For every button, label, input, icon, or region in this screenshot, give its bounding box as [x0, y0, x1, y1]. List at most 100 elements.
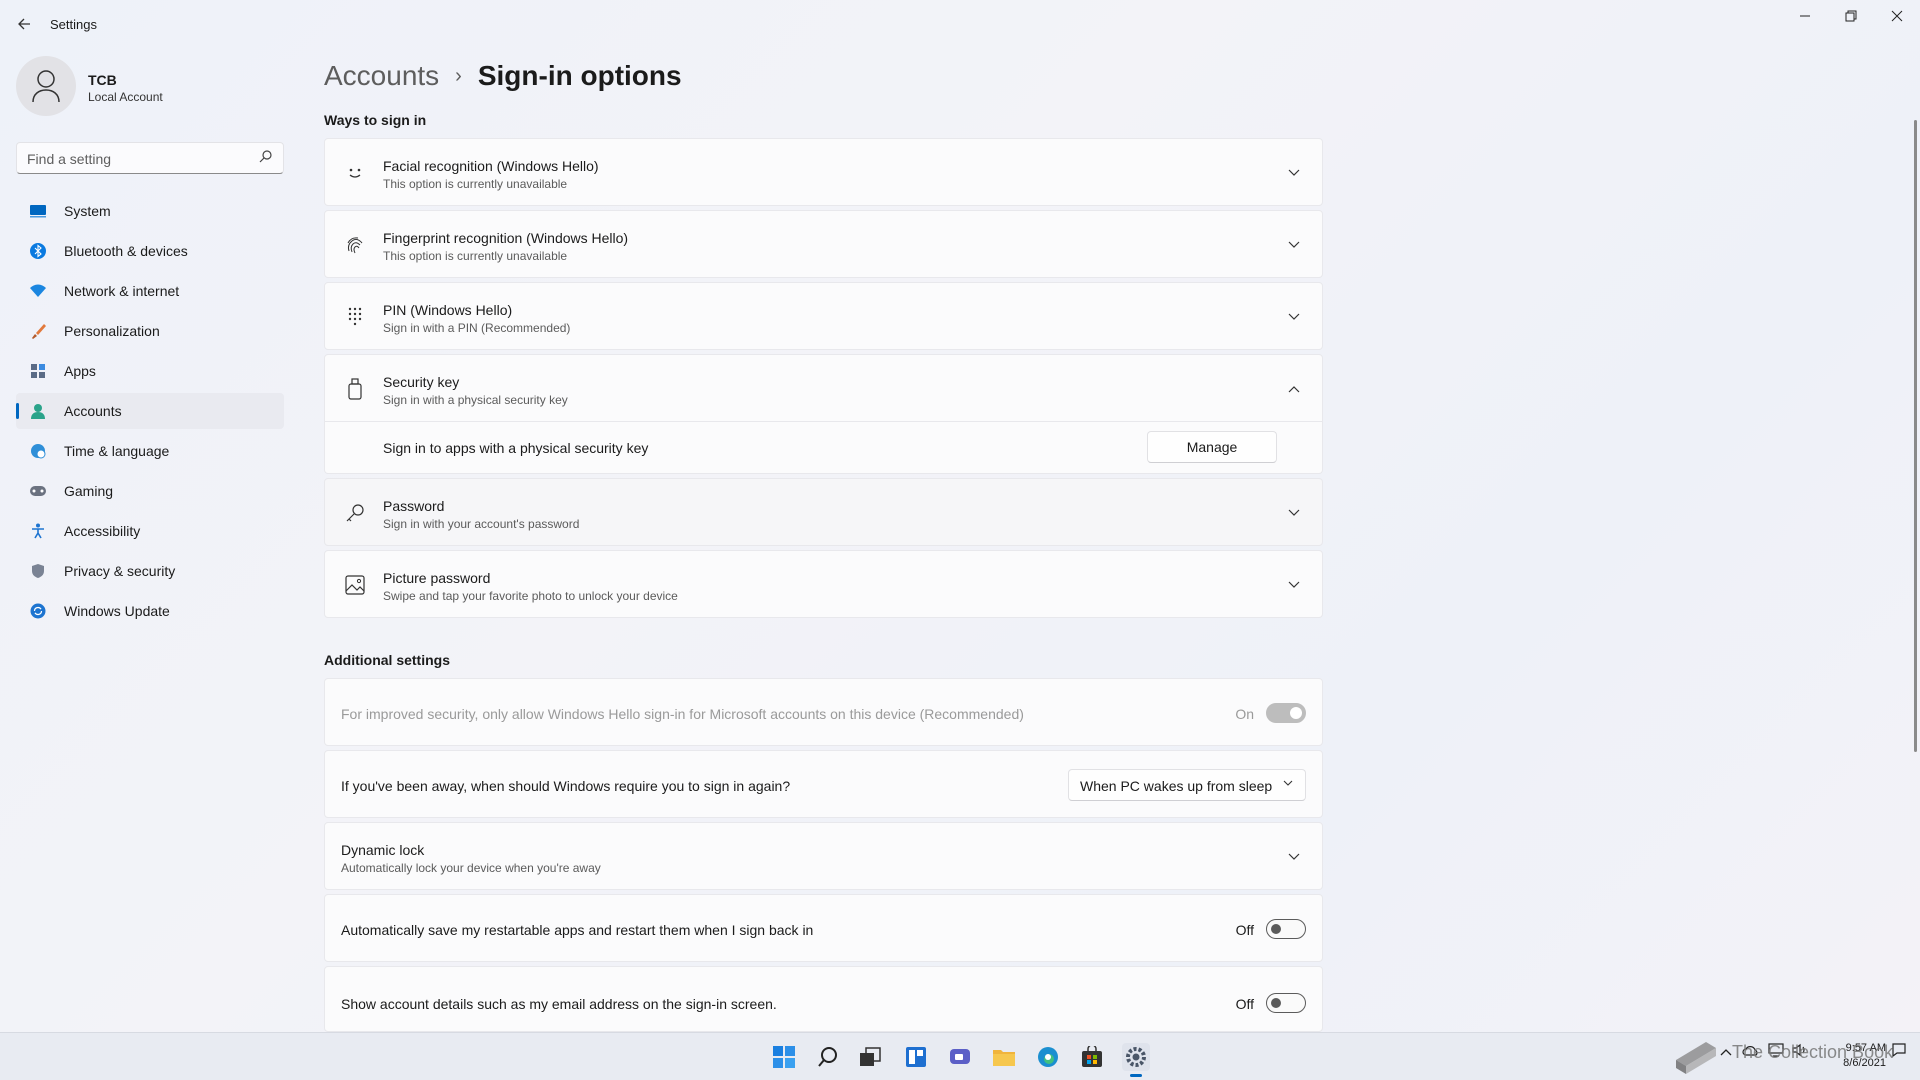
breadcrumb-separator: ›: [455, 64, 462, 87]
chat-icon: [950, 1049, 970, 1064]
settings-taskbar-button[interactable]: [1122, 1043, 1150, 1077]
card-title: Fingerprint recognition (Windows Hello): [383, 230, 629, 246]
minimize-button[interactable]: [1782, 0, 1828, 32]
sidebar-item-bluetooth[interactable]: Bluetooth & devices: [16, 233, 284, 269]
breadcrumb: Accounts › Sign-in options: [324, 56, 682, 96]
require-signin-row: If you've been away, when should Windows…: [324, 750, 1323, 818]
file-explorer-button[interactable]: [990, 1043, 1018, 1071]
pin-card[interactable]: PIN (Windows Hello) Sign in with a PIN (…: [324, 282, 1323, 350]
start-button[interactable]: [770, 1043, 798, 1071]
card-title: Dynamic lock: [341, 842, 425, 858]
chat-button[interactable]: [946, 1043, 974, 1071]
key-icon: [343, 501, 367, 525]
hello-only-text: For improved security, only allow Window…: [341, 706, 1024, 722]
toggle-knob: [1271, 998, 1281, 1008]
toggle-knob: [1271, 924, 1281, 934]
restart-apps-row: Automatically save my restartable apps a…: [324, 894, 1323, 962]
card-title: Picture password: [383, 570, 491, 586]
edge-icon: [1038, 1047, 1058, 1067]
card-subtitle: Automatically lock your device when you'…: [341, 861, 601, 875]
profile-account-type: Local Account: [88, 90, 163, 104]
taskbar: 9:57 AM 8/6/2021: [0, 1032, 1920, 1080]
brush-icon: [28, 321, 48, 341]
card-title: Facial recognition (Windows Hello): [383, 158, 599, 174]
card-subtitle: Sign in with a PIN (Recommended): [383, 321, 571, 335]
task-view-button[interactable]: [856, 1043, 884, 1071]
start-icon: [773, 1046, 795, 1068]
person-icon: [32, 70, 60, 103]
chevron-down-icon: [1284, 163, 1304, 183]
sidebar-item-time-language[interactable]: Time & language: [16, 433, 284, 469]
chevron-down-icon: [1284, 575, 1304, 595]
security-key-detail-row: Sign in to apps with a physical security…: [324, 422, 1323, 474]
picture-icon: [343, 573, 367, 597]
dynamic-lock-card[interactable]: Dynamic lock Automatically lock your dev…: [324, 822, 1323, 890]
minimize-icon: [1800, 15, 1810, 17]
facial-recognition-card[interactable]: Facial recognition (Windows Hello) This …: [324, 138, 1323, 206]
sidebar-item-gaming[interactable]: Gaming: [16, 473, 284, 509]
sidebar-item-label: Privacy & security: [64, 563, 176, 579]
picture-password-card[interactable]: Picture password Swipe and tap your favo…: [324, 550, 1323, 618]
sidebar-item-personalization[interactable]: Personalization: [16, 313, 284, 349]
globe-clock-icon: [28, 441, 48, 461]
ways-to-sign-in-heading: Ways to sign in: [324, 112, 427, 128]
search-input[interactable]: Find a setting: [16, 142, 284, 174]
chevron-down-icon: [1284, 503, 1304, 523]
face-icon: [343, 161, 367, 185]
card-subtitle: This option is currently unavailable: [383, 249, 568, 263]
sidebar-item-accessibility[interactable]: Accessibility: [16, 513, 284, 549]
search-placeholder: Find a setting: [27, 151, 112, 167]
store-icon: [1082, 1046, 1102, 1067]
back-arrow-icon: [18, 18, 30, 30]
widgets-button[interactable]: [902, 1043, 930, 1071]
chevron-down-icon: [1284, 307, 1304, 327]
sidebar-item-apps[interactable]: Apps: [16, 353, 284, 389]
account-details-row: Show account details such as my email ad…: [324, 966, 1323, 1032]
sidebar-item-privacy-security[interactable]: Privacy & security: [16, 553, 284, 589]
restore-button[interactable]: [1828, 0, 1874, 32]
file-explorer-icon: [993, 1050, 1015, 1066]
sidebar-item-system[interactable]: System: [16, 193, 284, 229]
search-icon[interactable]: [259, 149, 273, 163]
pin-keypad-icon: [343, 305, 367, 329]
sidebar-item-label: Bluetooth & devices: [64, 243, 188, 259]
security-key-card[interactable]: Security key Sign in with a physical sec…: [324, 354, 1323, 422]
sidebar-item-network[interactable]: Network & internet: [16, 273, 284, 309]
hello-only-toggle: [1266, 703, 1306, 723]
card-subtitle: Sign in with your account's password: [383, 517, 580, 531]
hello-only-state: On: [1235, 706, 1254, 722]
page-title: Sign-in options: [477, 60, 682, 91]
sidebar-item-label: Windows Update: [64, 603, 170, 619]
breadcrumb-parent[interactable]: Accounts: [324, 60, 439, 92]
system-icon: [28, 201, 48, 221]
password-card[interactable]: Password Sign in with your account's pas…: [324, 478, 1323, 546]
back-button[interactable]: [12, 10, 36, 38]
card-subtitle: This option is currently unavailable: [383, 177, 568, 191]
usb-key-icon: [343, 377, 367, 401]
require-signin-text: If you've been away, when should Windows…: [341, 778, 791, 794]
card-subtitle: Sign in with a physical security key: [383, 393, 568, 407]
manage-button[interactable]: Manage: [1147, 431, 1277, 463]
card-title: Password: [383, 498, 445, 514]
sidebar-item-label: Accounts: [64, 403, 122, 419]
app-title: Settings: [50, 17, 97, 32]
require-signin-dropdown[interactable]: When PC wakes up from sleep: [1068, 769, 1306, 801]
vertical-scrollbar[interactable]: [1914, 120, 1917, 752]
restart-apps-text: Automatically save my restartable apps a…: [341, 922, 814, 938]
store-button[interactable]: [1078, 1043, 1106, 1071]
restart-apps-toggle[interactable]: [1266, 919, 1306, 939]
chevron-down-icon: [1283, 779, 1293, 790]
sidebar-item-label: System: [64, 203, 111, 219]
sidebar-item-accounts[interactable]: Accounts: [16, 393, 284, 429]
accounts-icon: [28, 401, 48, 421]
taskbar-search-button[interactable]: [814, 1043, 842, 1071]
update-icon: [28, 601, 48, 621]
account-details-toggle[interactable]: [1266, 993, 1306, 1013]
wifi-icon: [28, 281, 48, 301]
sidebar-item-windows-update[interactable]: Windows Update: [16, 593, 284, 629]
chevron-down-icon: [1284, 847, 1304, 867]
close-button[interactable]: [1874, 0, 1920, 32]
fingerprint-recognition-card[interactable]: Fingerprint recognition (Windows Hello) …: [324, 210, 1323, 278]
user-profile[interactable]: TCB Local Account: [16, 56, 276, 120]
edge-button[interactable]: [1034, 1043, 1062, 1071]
